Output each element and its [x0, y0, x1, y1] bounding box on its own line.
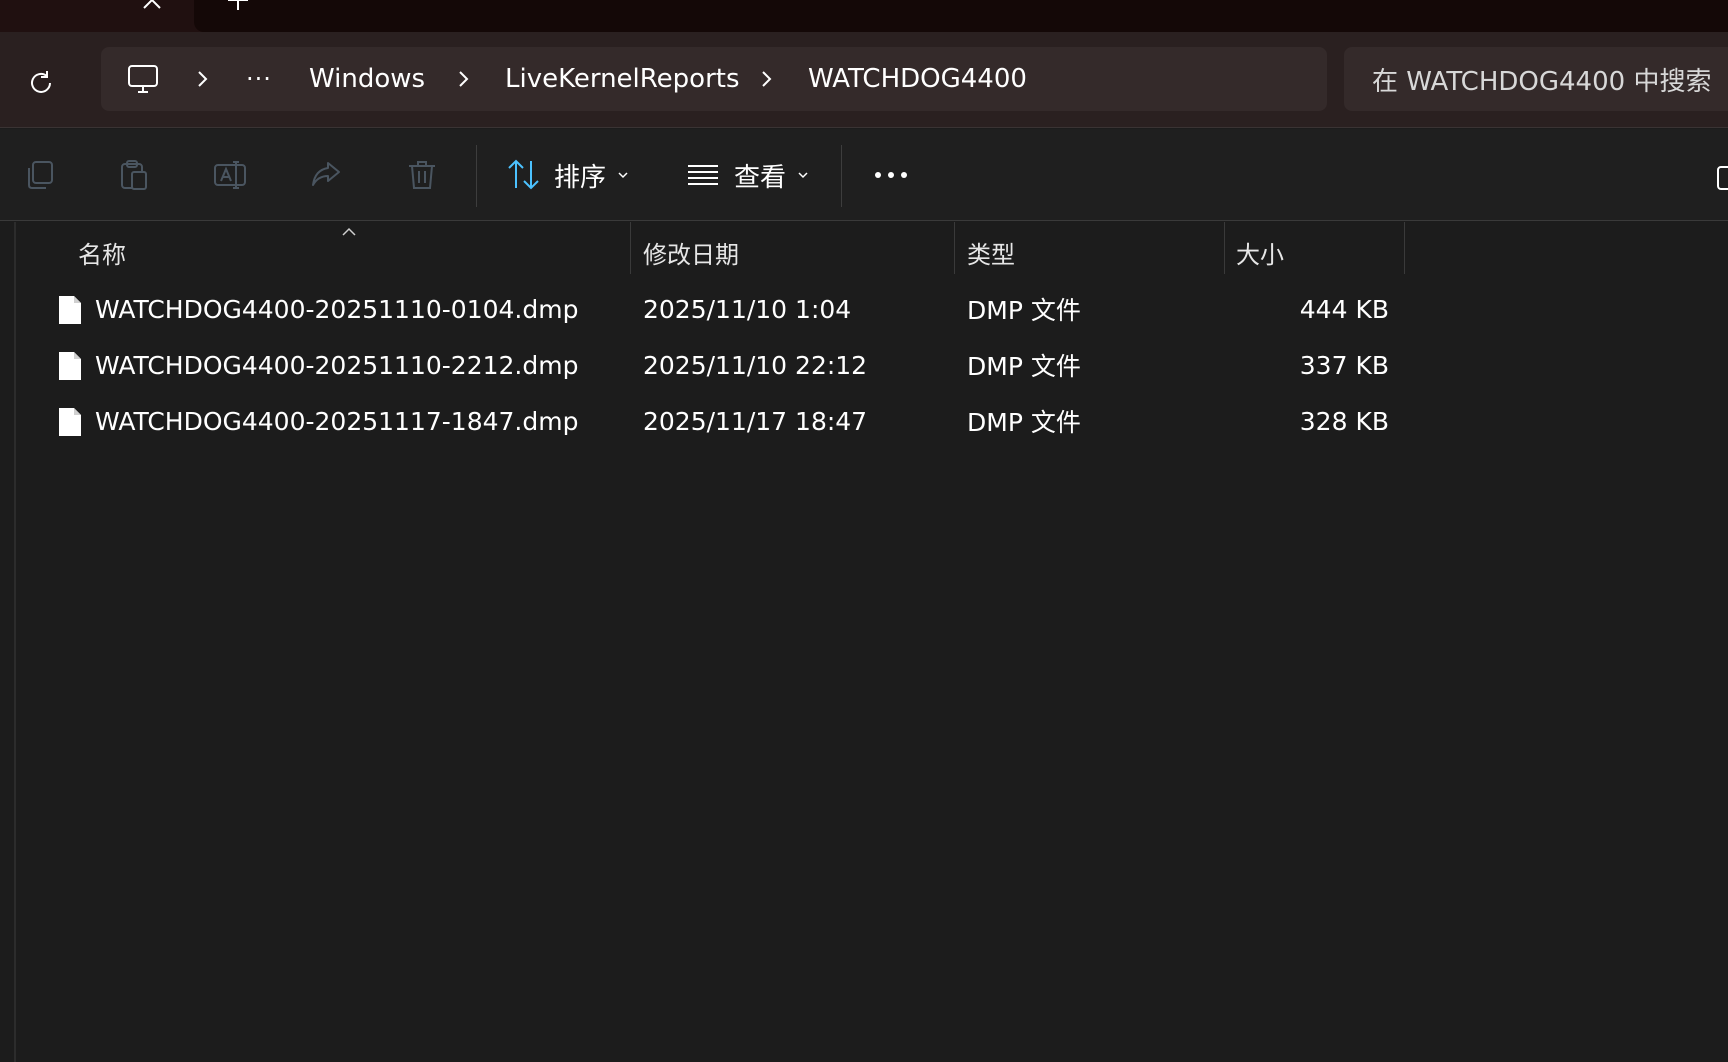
- file-row[interactable]: WATCHDOG4400-20251117-1847.dmp 2025/11/1…: [40, 394, 1400, 448]
- file-icon: [58, 351, 82, 381]
- chevron-right-icon[interactable]: [190, 67, 214, 91]
- file-list: 名称 修改日期 类型 大小 WATCHDOG4400-20251110-0104…: [0, 222, 1728, 1062]
- copy-icon[interactable]: [22, 157, 58, 193]
- address-row: ··· Windows LiveKernelReports WATCHDOG44…: [0, 32, 1728, 128]
- file-type: DMP 文件: [967, 296, 1081, 325]
- file-icon: [58, 295, 82, 325]
- column-header-modified[interactable]: 修改日期: [643, 222, 953, 282]
- breadcrumb-overflow[interactable]: ···: [246, 47, 272, 111]
- more-icon[interactable]: [866, 153, 916, 197]
- file-size: 444 KB: [1299, 294, 1389, 324]
- breadcrumb-item-watchdog4400[interactable]: WATCHDOG4400: [808, 47, 1027, 111]
- breadcrumb[interactable]: ··· Windows LiveKernelReports WATCHDOG44…: [101, 47, 1327, 111]
- sort-button[interactable]: 排序: [506, 151, 630, 199]
- view-label: 查看: [734, 162, 787, 193]
- chevron-down-icon: [618, 172, 628, 179]
- column-header-size[interactable]: 大小: [1236, 222, 1396, 282]
- command-bar-divider: [476, 145, 477, 207]
- breadcrumb-item-livekernelreports[interactable]: LiveKernelReports: [505, 47, 740, 111]
- file-type: DMP 文件: [967, 352, 1081, 381]
- file-type: DMP 文件: [967, 408, 1081, 437]
- sort-label: 排序: [554, 162, 607, 193]
- command-bar: 排序 查看: [0, 129, 1728, 221]
- file-row[interactable]: WATCHDOG4400-20251110-2212.dmp 2025/11/1…: [40, 338, 1400, 392]
- file-icon: [58, 407, 82, 437]
- column-divider[interactable]: [1404, 222, 1405, 274]
- this-pc-icon[interactable]: [125, 61, 161, 97]
- rename-icon[interactable]: [212, 157, 248, 193]
- tab-strip-background: [194, 0, 1728, 32]
- file-row[interactable]: WATCHDOG4400-20251110-0104.dmp 2025/11/1…: [40, 282, 1400, 336]
- column-divider[interactable]: [1224, 222, 1225, 274]
- file-name: WATCHDOG4400-20251110-0104.dmp: [95, 294, 579, 324]
- chevron-down-icon: [798, 172, 808, 179]
- file-name: WATCHDOG4400-20251110-2212.dmp: [95, 350, 579, 380]
- file-modified: 2025/11/10 22:12: [643, 350, 868, 380]
- view-list-icon: [688, 165, 718, 185]
- search-input[interactable]: 在 WATCHDOG4400 中搜索: [1344, 47, 1728, 111]
- chevron-right-icon[interactable]: [754, 67, 778, 91]
- breadcrumb-item-windows[interactable]: Windows: [309, 47, 425, 111]
- column-header-type[interactable]: 类型: [967, 222, 1222, 282]
- navigation-pane-edge[interactable]: [14, 222, 16, 1062]
- column-divider[interactable]: [954, 222, 955, 274]
- tab-strip: [0, 0, 1728, 32]
- column-header-name[interactable]: 名称: [78, 222, 628, 282]
- share-icon[interactable]: [308, 157, 344, 193]
- view-button[interactable]: 查看: [686, 151, 810, 199]
- paste-icon[interactable]: [116, 157, 152, 193]
- plus-icon[interactable]: [224, 0, 252, 14]
- delete-icon[interactable]: [404, 157, 440, 193]
- sort-icon: [508, 159, 539, 190]
- command-bar-divider: [841, 145, 842, 207]
- chevron-right-icon[interactable]: [451, 67, 475, 91]
- file-modified: 2025/11/10 1:04: [643, 294, 852, 324]
- details-pane-icon[interactable]: [1716, 165, 1728, 191]
- column-divider[interactable]: [630, 222, 631, 274]
- file-name: WATCHDOG4400-20251117-1847.dmp: [95, 406, 579, 436]
- file-size: 337 KB: [1299, 350, 1389, 380]
- file-size: 328 KB: [1299, 406, 1389, 436]
- close-icon[interactable]: [138, 0, 166, 14]
- refresh-icon[interactable]: [20, 62, 62, 104]
- file-modified: 2025/11/17 18:47: [643, 406, 868, 436]
